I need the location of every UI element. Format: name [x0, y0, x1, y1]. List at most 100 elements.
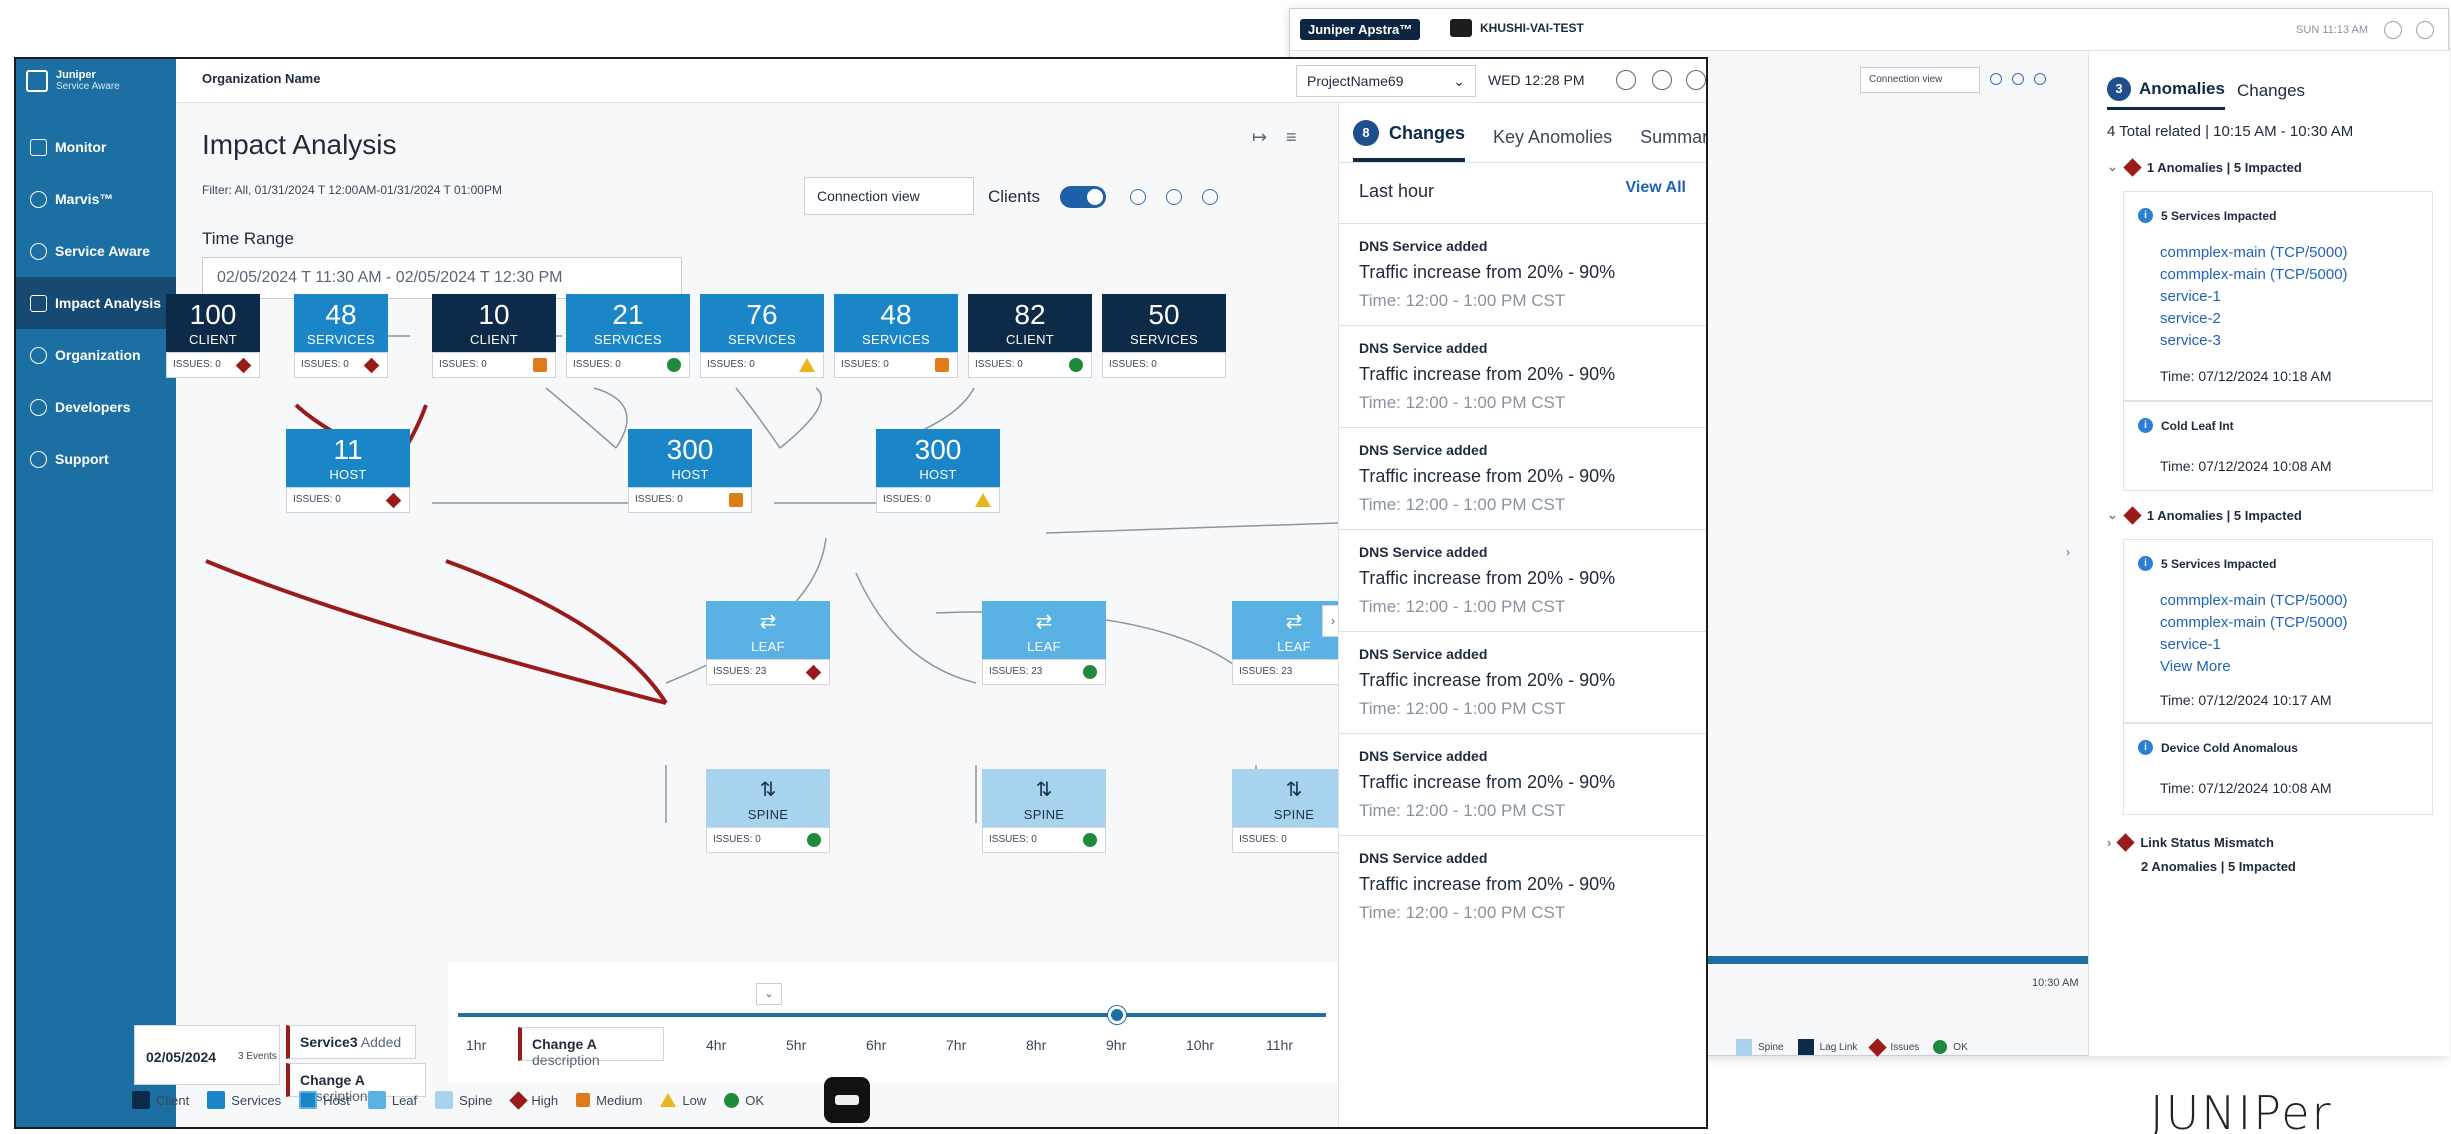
link-status-header[interactable]: › Link Status Mismatch: [2107, 833, 2274, 852]
client-node[interactable]: 82 CLIENT ISSUES: 0: [968, 294, 1092, 378]
change-desc: Traffic increase from 20% - 90%: [1359, 670, 1616, 690]
spine-node[interactable]: ⇅ SPINE ISSUES: 0: [982, 769, 1106, 853]
anomaly-group-header[interactable]: ⌄ 1 Anomalies | 5 Impacted: [2107, 157, 2302, 177]
sidebar-item-developers[interactable]: Developers: [16, 381, 176, 433]
tab-anomalies[interactable]: 3 Anomalies: [2107, 77, 2225, 110]
node-issues: ISSUES: 0: [173, 359, 221, 370]
service-link[interactable]: commplex-main (TCP/5000): [2160, 264, 2348, 286]
service-link[interactable]: service-1: [2160, 634, 2348, 656]
legend-ok: OK: [745, 1092, 765, 1108]
services-node[interactable]: 21 SERVICES ISSUES: 0: [566, 294, 690, 378]
change-item[interactable]: DNS Service added Traffic increase from 2…: [1339, 223, 1706, 325]
change-title: DNS Service added: [1359, 238, 1488, 254]
tab-changes[interactable]: Changes: [2237, 81, 2305, 107]
anomaly-group-header[interactable]: ⌄ 1 Anomalies | 5 Impacted: [2107, 505, 2302, 525]
timeline-track[interactable]: [458, 1013, 1326, 1017]
change-title: DNS Service added: [1359, 340, 1488, 356]
sidebar: Juniper Service Aware Monitor Marvis™ Ser…: [16, 59, 176, 1127]
collapse-chevron-icon[interactable]: ›: [2066, 545, 2070, 559]
node-count: 48: [325, 299, 357, 330]
locate-icon[interactable]: [1990, 73, 2002, 85]
node-label: SERVICES: [1130, 332, 1198, 347]
leaf-swatch: [367, 1091, 386, 1109]
shield-icon: [30, 398, 47, 416]
service-link[interactable]: commplex-main (TCP/5000): [2160, 612, 2348, 634]
change-item[interactable]: DNS Service added Traffic increase from 2…: [1339, 529, 1706, 631]
sidebar-item-support[interactable]: Support: [16, 433, 176, 485]
leaf-node[interactable]: ⇄ LEAF ISSUES: 23: [982, 601, 1106, 685]
service-link[interactable]: service-1: [2160, 286, 2348, 308]
help-icon[interactable]: [1686, 70, 1706, 90]
ok-icon: [1083, 665, 1097, 679]
zoom-in-icon[interactable]: [2012, 73, 2024, 85]
sidebar-item-label: Marvis™: [55, 191, 114, 207]
change-item[interactable]: DNS Service added Traffic increase from 2…: [1339, 325, 1706, 427]
high-icon: [509, 1090, 529, 1110]
event-desc: description: [532, 1052, 600, 1068]
help-icon[interactable]: [2416, 21, 2434, 39]
change-title: DNS Service added: [1359, 850, 1488, 866]
sidebar-item-impact-analysis[interactable]: Impact Analysis: [16, 277, 176, 329]
service-link[interactable]: service-3: [2160, 330, 2348, 352]
change-item[interactable]: DNS Service added Traffic increase from 2…: [1339, 835, 1706, 937]
change-item[interactable]: DNS Service added Traffic increase from 2…: [1339, 733, 1706, 835]
back-connection-select[interactable]: Connection view: [1860, 67, 1980, 93]
change-time: Time: 12:00 - 1:00 PM CST: [1359, 801, 1566, 820]
info-icon: i: [2138, 740, 2153, 755]
event-card[interactable]: Change A description: [518, 1027, 664, 1068]
sidebar-item-service-aware[interactable]: Service Aware: [16, 225, 176, 277]
high-icon: [235, 357, 252, 374]
timeline-handle[interactable]: [1108, 1006, 1126, 1024]
network-icon: [30, 242, 47, 260]
event-card[interactable]: Service3 Added: [286, 1025, 416, 1059]
services-node[interactable]: 48 SERVICES ISSUES: 0: [834, 294, 958, 378]
ok-icon: [667, 358, 681, 372]
change-item[interactable]: DNS Service added Traffic increase from 2…: [1339, 427, 1706, 529]
back-time: SUN 11:13 AM: [2296, 24, 2368, 36]
tab-summary[interactable]: Summary: [1640, 127, 1706, 162]
card-title: i 5 Services Impacted: [2138, 556, 2276, 571]
back-project[interactable]: KHUSHI-VAI-TEST: [1450, 19, 1584, 37]
organization-name[interactable]: Organization Name: [202, 71, 320, 86]
topology-link: [855, 572, 977, 684]
host-node[interactable]: 300 HOST ISSUES: 0: [876, 429, 1000, 513]
client-node[interactable]: 100 CLIENT ISSUES: 0: [166, 294, 260, 378]
services-node[interactable]: 50 SERVICES ISSUES: 0: [1102, 294, 1226, 378]
service-link[interactable]: commplex-main (TCP/5000): [2160, 590, 2348, 612]
group-header-text: 1 Anomalies | 5 Impacted: [2146, 159, 2302, 175]
main-window: Juniper Service Aware Monitor Marvis™ Ser…: [14, 57, 1708, 1129]
tab-changes[interactable]: 8 Changes: [1353, 120, 1466, 162]
chevron-down-icon: ⌄: [1453, 73, 1465, 89]
tab-key-anomalies[interactable]: Key Anomolies: [1493, 127, 1612, 162]
sidebar-item-monitor[interactable]: Monitor: [16, 121, 176, 173]
card-title: i Device Cold Anomalous: [2138, 740, 2298, 755]
user-icon[interactable]: [2384, 21, 2402, 39]
lightbulb-icon[interactable]: [1652, 70, 1672, 90]
service-link[interactable]: service-2: [2160, 308, 2348, 330]
user-icon[interactable]: [1616, 70, 1636, 90]
timeline-collapse-icon[interactable]: ⌄: [756, 983, 782, 1005]
host-node[interactable]: 300 HOST ISSUES: 0: [628, 429, 752, 513]
back-project-name: KHUSHI-VAI-TEST: [1480, 21, 1584, 35]
change-desc: Traffic increase from 20% - 90%: [1359, 466, 1616, 486]
change-title: DNS Service added: [1359, 442, 1488, 458]
view-all-link[interactable]: View All: [1626, 179, 1686, 197]
event-name: Service3: [300, 1034, 358, 1050]
node-count: 48: [880, 299, 912, 330]
sidebar-item-organization[interactable]: Organization: [16, 329, 176, 381]
client-node[interactable]: 10 CLIENT ISSUES: 0: [432, 294, 556, 378]
services-node[interactable]: 76 SERVICES ISSUES: 0: [700, 294, 824, 378]
project-select[interactable]: ProjectName69 ⌄: [1296, 65, 1476, 97]
marvis-bot-icon[interactable]: [824, 1077, 870, 1123]
zoom-out-icon[interactable]: [2034, 73, 2046, 85]
leaf-node[interactable]: ⇄ LEAF ISSUES: 23: [706, 601, 830, 685]
service-link[interactable]: commplex-main (TCP/5000): [2160, 242, 2348, 264]
host-node[interactable]: 11 HOST ISSUES: 0: [286, 429, 410, 513]
legend-spine: Spine: [459, 1092, 493, 1108]
sidebar-item-marvis[interactable]: Marvis™: [16, 173, 176, 225]
change-item[interactable]: DNS Service added Traffic increase from 2…: [1339, 631, 1706, 733]
services-node[interactable]: 48 SERVICES ISSUES: 0: [294, 294, 388, 378]
apstra-logo: Juniper Apstra™: [1300, 19, 1421, 40]
view-more-link[interactable]: View More: [2160, 656, 2348, 678]
spine-node[interactable]: ⇅ SPINE ISSUES: 0: [706, 769, 830, 853]
